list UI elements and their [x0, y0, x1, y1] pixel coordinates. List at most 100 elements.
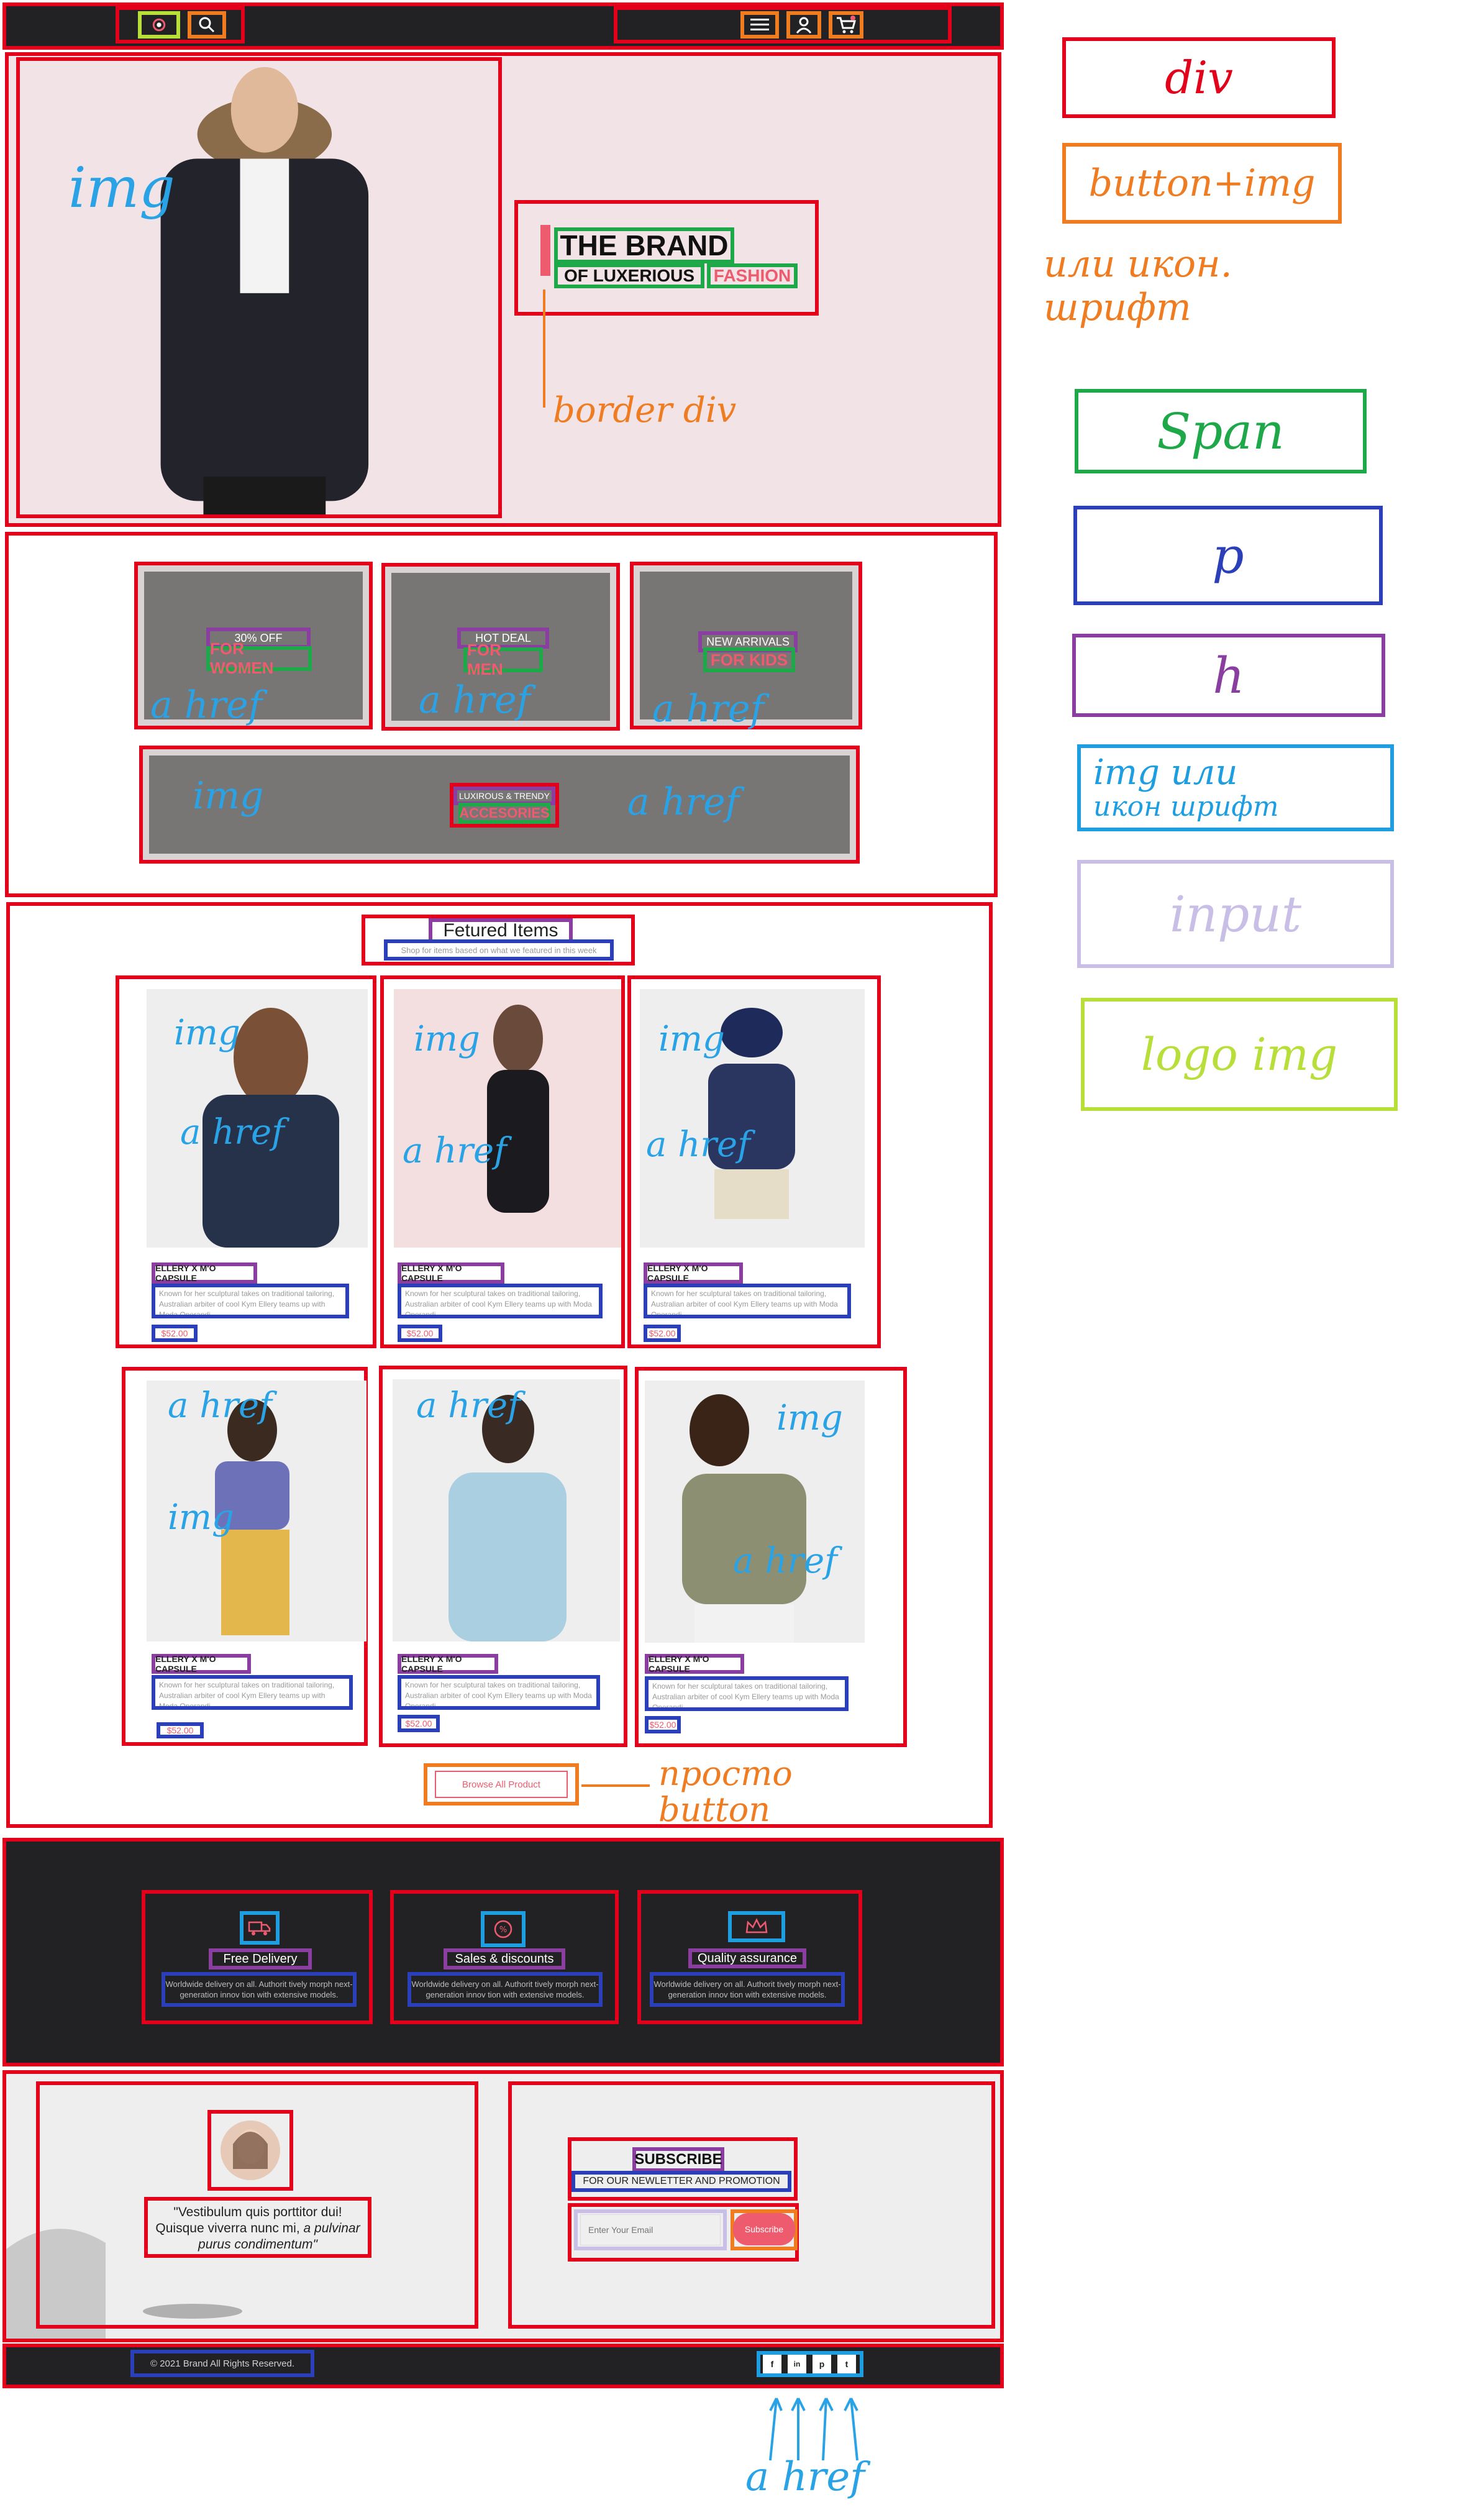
- instagram-link[interactable]: in: [788, 2355, 806, 2373]
- a-href-annotation: a href: [403, 1131, 507, 1171]
- hero-man-image: [20, 61, 498, 514]
- product-description: Known for her sculptural takes on tradit…: [152, 1675, 353, 1710]
- quote-line-2: viverra nunc mi,: [207, 2221, 300, 2235]
- img-annotation: img: [658, 1019, 725, 1059]
- subscribe-title: SUBSCRIBE: [632, 2147, 724, 2172]
- hero-subtitle-2: FASHION: [707, 263, 798, 288]
- account-button[interactable]: [786, 11, 821, 39]
- subscribe-button[interactable]: Subscribe: [733, 2213, 795, 2245]
- twitter-link[interactable]: t: [837, 2355, 856, 2373]
- legend-button: button+img: [1062, 143, 1342, 224]
- avatar: [221, 2121, 280, 2180]
- feature-icon-wrap: [728, 1911, 785, 1942]
- brand-logo[interactable]: [138, 11, 180, 39]
- feature-title: Sales & discounts: [444, 1948, 565, 1970]
- footer-copyright: © 2021 Brand All Rights Reserved.: [130, 2350, 314, 2377]
- product-price: $52.00: [645, 1716, 681, 1733]
- subscribe-subtitle: FOR OUR NEWLETTER AND PROMOTION: [571, 2171, 791, 2192]
- category-card-kids[interactable]: NEW ARRIVALS FOR KIDS a href: [630, 562, 862, 731]
- user-icon: [796, 17, 812, 34]
- pinterest-link[interactable]: p: [813, 2355, 831, 2373]
- img-annotation: img: [776, 1398, 843, 1438]
- img-annotation: img: [174, 1013, 240, 1053]
- legend-span: Span: [1075, 389, 1367, 473]
- product-price: $52.00: [398, 1325, 442, 1342]
- feature-card: Quality assurance Worldwide delivery on …: [637, 1890, 862, 2024]
- email-input[interactable]: [580, 2214, 721, 2245]
- product-title: ELLERY X M'O CAPSULE: [152, 1262, 257, 1284]
- a-href-annotation: a href: [733, 1541, 837, 1581]
- featured-subheading: Shop for items based on what we featured…: [384, 939, 614, 961]
- product-title: ELLERY X M'O CAPSULE: [398, 1262, 504, 1284]
- border-div-arrow: [543, 290, 545, 408]
- product-description: Known for her sculptural takes on tradit…: [645, 1676, 849, 1711]
- search-icon: [199, 17, 215, 33]
- product-description: Known for her sculptural takes on tradit…: [398, 1284, 603, 1318]
- a-href-annotation: a href: [150, 683, 262, 727]
- feature-icon-wrap: %: [481, 1911, 526, 1947]
- a-href-annotation: a href: [627, 780, 739, 824]
- category-title: FOR WOMEN: [206, 639, 312, 677]
- category-title: ACCESORIES: [458, 803, 550, 824]
- legend-logo: logo img: [1081, 998, 1398, 1111]
- feature-card: Free Delivery Worldwide delivery on all.…: [142, 1890, 373, 2024]
- testimonial-avatar-wrap: [207, 2110, 293, 2191]
- img-annotation: img: [414, 1019, 480, 1059]
- menu-button[interactable]: [740, 11, 779, 39]
- product-description: Known for her sculptural takes on tradit…: [398, 1675, 600, 1710]
- legend-img: img или икон шрифт: [1077, 744, 1394, 831]
- a-href-annotation: a href: [646, 1125, 750, 1165]
- a-href-footer-annotation: a href: [745, 2454, 865, 2500]
- hero-title: THE BRAND: [554, 227, 734, 263]
- product-description: Known for her sculptural takes on tradit…: [152, 1284, 349, 1318]
- category-title: FOR MEN: [463, 641, 543, 678]
- hero-image-wrap: [16, 57, 502, 518]
- browse-all-button[interactable]: Browse All Product: [435, 1771, 568, 1798]
- feature-title: Quality assurance: [688, 1948, 806, 1968]
- search-button[interactable]: [188, 11, 226, 39]
- img-annotation: img: [168, 1497, 234, 1538]
- a-href-annotation: a href: [416, 1386, 521, 1426]
- product-description: Known for her sculptural takes on tradit…: [644, 1284, 851, 1318]
- feature-title: Free Delivery: [209, 1948, 312, 1970]
- cart-icon: [837, 16, 856, 34]
- hero-accent-bar: [540, 225, 550, 276]
- legend-p: p: [1073, 506, 1383, 605]
- simple-button-arrow: [581, 1784, 650, 1787]
- legend-img-note: икон шрифт: [1093, 791, 1279, 823]
- product-title: ELLERY X M'O CAPSULE: [645, 1654, 744, 1674]
- facebook-link[interactable]: f: [763, 2355, 781, 2373]
- a-href-annotation: a href: [180, 1112, 285, 1153]
- legend-input: input: [1077, 860, 1394, 968]
- svg-text:%: %: [499, 1925, 507, 1935]
- img-annotation: img: [193, 774, 264, 818]
- product-price: $52.00: [398, 1715, 440, 1732]
- a-href-annotation: a href: [168, 1386, 272, 1426]
- legend-div: div: [1062, 37, 1336, 118]
- legend-img-label: img или: [1093, 752, 1238, 793]
- product-title: ELLERY X M'O CAPSULE: [644, 1262, 743, 1284]
- legend-button-note: или икон. шрифт: [1044, 242, 1232, 329]
- feature-icon-wrap: [240, 1911, 280, 1945]
- simple-button-annotation: просто button: [658, 1754, 793, 1829]
- eye-logo-icon: [152, 18, 166, 32]
- product-title: ELLERY X M'O CAPSULE: [152, 1654, 251, 1674]
- hero-img-annotation: img: [68, 155, 175, 221]
- category-card-men[interactable]: HOT DEAL FOR MEN a href: [381, 563, 620, 731]
- hero-subtitle-1: OF LUXERIOUS: [554, 263, 704, 288]
- truck-icon: [248, 1921, 271, 1935]
- header-right-group: [614, 6, 952, 43]
- percent-icon: %: [494, 1920, 512, 1938]
- legend-h: h: [1072, 634, 1385, 717]
- category-card-women[interactable]: 30% OFF FOR WOMEN a href: [134, 562, 373, 729]
- feature-description: Worldwide delivery on all. Authorit tive…: [407, 1972, 603, 2007]
- product-card[interactable]: ELLERY X M'O CAPSULE Known for her sculp…: [116, 975, 376, 1348]
- cart-button[interactable]: [829, 11, 863, 39]
- product-price: $52.00: [152, 1325, 198, 1342]
- product-title: ELLERY X M'O CAPSULE: [398, 1654, 498, 1674]
- category-card-accessories[interactable]: LUXIROUS & TRENDY ACCESORIES img a href: [139, 746, 860, 864]
- testimonial-quote: "Vestibulum quis porttitor dui! Quisque …: [144, 2197, 371, 2258]
- feature-card: % Sales & discounts Worldwide delivery o…: [390, 1890, 619, 2024]
- feature-description: Worldwide delivery on all. Authorit tive…: [162, 1972, 357, 2007]
- a-href-annotation: a href: [419, 678, 530, 722]
